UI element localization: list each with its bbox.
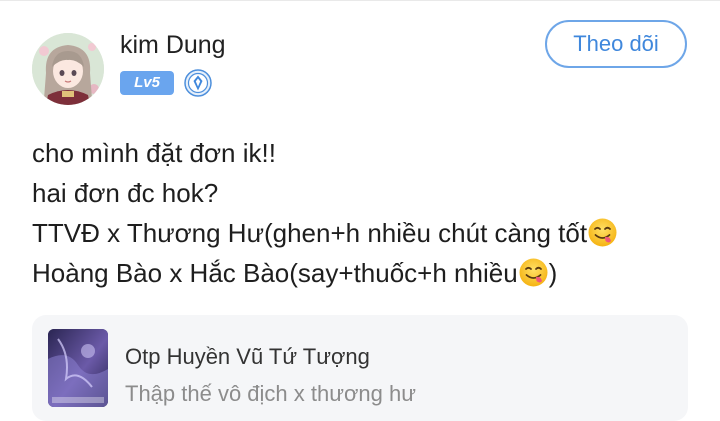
yum-emoji-icon xyxy=(587,217,618,248)
level-badge: Lv5 xyxy=(120,71,174,95)
post-line-text: hai đơn đc hok? xyxy=(32,178,219,208)
post-line-text: Hoàng Bào x Hắc Bào(say+thuốc+h nhiều xyxy=(32,258,518,288)
post-line: Hoàng Bào x Hắc Bào(say+thuốc+h nhiều) xyxy=(32,253,702,293)
post-line-trailing: ) xyxy=(548,258,558,288)
top-divider xyxy=(0,0,720,1)
linked-collection-card[interactable]: Otp Huyền Vũ Tứ Tượng Thập thế vô địch x… xyxy=(32,315,688,421)
post-line-text: TTVĐ x Thương Hư(ghen+h nhiều chút càng … xyxy=(32,218,588,248)
post-body: cho mình đặt đơn ik!! hai đơn đc hok? TT… xyxy=(32,133,702,293)
avatar[interactable] xyxy=(32,33,104,105)
yum-emoji-icon xyxy=(518,257,549,288)
follow-button[interactable]: Theo dõi xyxy=(545,20,687,68)
card-subtitle: Thập thế vô địch x thương hư xyxy=(125,381,416,406)
post-line: TTVĐ x Thương Hư(ghen+h nhiều chút càng … xyxy=(32,213,702,253)
cover-art-thumbnail xyxy=(48,329,108,407)
username[interactable]: kim Dung xyxy=(120,28,226,62)
card-title: Otp Huyền Vũ Tứ Tượng xyxy=(125,344,370,369)
post-line: hai đơn đc hok? xyxy=(32,173,702,213)
post-line: cho mình đặt đơn ik!! xyxy=(32,133,702,173)
shield-icon xyxy=(184,69,212,97)
post-line-text: cho mình đặt đơn ik!! xyxy=(32,138,276,168)
